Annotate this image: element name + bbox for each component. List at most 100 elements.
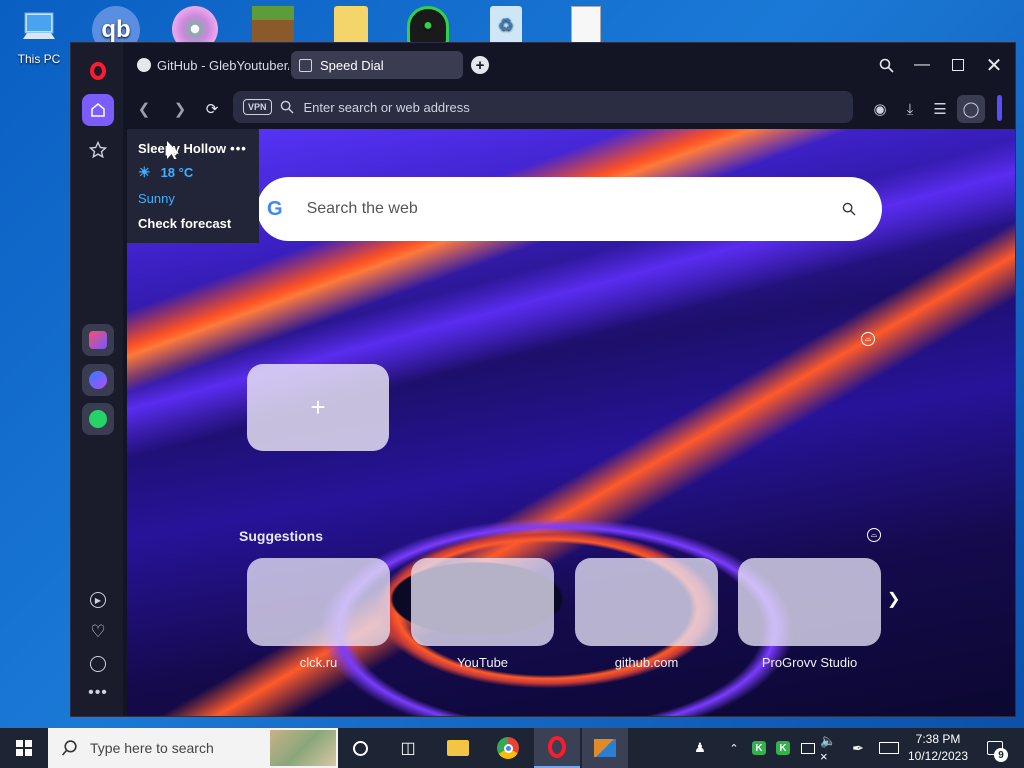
heart-icon: ♡ bbox=[90, 622, 106, 641]
customize-button[interactable]: ⌓ bbox=[861, 332, 875, 346]
network-button[interactable] bbox=[798, 728, 818, 768]
plus-icon: + bbox=[310, 392, 326, 422]
forward-button[interactable]: ❯ bbox=[169, 98, 191, 120]
new-tab-button[interactable]: + bbox=[471, 56, 489, 74]
suggestions-title: Suggestions bbox=[239, 528, 324, 544]
speed-dial-icon bbox=[299, 58, 312, 72]
desktop-icon-this-pc[interactable]: This PC bbox=[9, 8, 69, 66]
windows-icon bbox=[16, 740, 32, 756]
action-center-button[interactable]: 9 bbox=[980, 728, 1010, 768]
maximize-button[interactable] bbox=[945, 53, 971, 77]
suggestion-label[interactable]: github.com bbox=[575, 655, 718, 670]
suggestion-tile-clck[interactable] bbox=[247, 558, 390, 646]
chevron-right-icon: ❯ bbox=[173, 101, 187, 118]
add-site-tile[interactable]: + bbox=[247, 364, 389, 451]
weather-temp: 18 °C bbox=[160, 165, 194, 180]
chevron-up-icon: ⌃ bbox=[729, 742, 739, 755]
close-icon: ✕ bbox=[985, 54, 1003, 77]
suggestion-label[interactable]: YouTube bbox=[411, 655, 554, 670]
address-field[interactable]: VPN Enter search or web address bbox=[233, 91, 853, 123]
tray-app-2[interactable]: K bbox=[774, 728, 792, 768]
browser-window: ▶ ♡ ••• GitHub - GlebYoutuber/W Speed Di… bbox=[70, 42, 1016, 717]
clock[interactable]: 7:38 PM 10/12/2023 bbox=[906, 731, 970, 765]
show-hidden-icons-button[interactable]: ⌃ bbox=[726, 728, 742, 768]
home-icon bbox=[91, 103, 105, 117]
document-icon bbox=[571, 6, 601, 46]
suggestions-settings-button[interactable]: ⌓ bbox=[867, 528, 881, 542]
search-tabs-button[interactable] bbox=[873, 53, 899, 77]
computer-icon bbox=[17, 8, 61, 48]
opera-taskbar-button[interactable] bbox=[534, 728, 580, 768]
profile-button[interactable]: ◯ bbox=[957, 95, 985, 123]
sidebar: ▶ ♡ ••• bbox=[71, 43, 123, 716]
github-icon bbox=[137, 58, 151, 72]
chrome-button[interactable] bbox=[488, 728, 528, 768]
tab-github[interactable]: GitHub - GlebYoutuber/W bbox=[129, 51, 289, 79]
task-view-icon: ◫ bbox=[400, 740, 416, 757]
history-button[interactable] bbox=[82, 648, 114, 680]
whatsapp-button[interactable] bbox=[82, 403, 114, 435]
taskbar-search[interactable]: Type here to search bbox=[48, 728, 338, 768]
network-icon bbox=[801, 742, 815, 754]
pen-button[interactable]: ✒ bbox=[848, 728, 868, 768]
tab-speed-dial[interactable]: Speed Dial bbox=[291, 51, 463, 79]
notification-count-badge: 9 bbox=[994, 748, 1008, 762]
more-icon: ••• bbox=[88, 684, 108, 701]
back-button[interactable]: ❮ bbox=[133, 98, 155, 120]
search-highlight-image bbox=[270, 730, 336, 766]
vpn-badge[interactable]: VPN bbox=[243, 99, 272, 115]
home-button[interactable] bbox=[82, 94, 114, 126]
reload-button[interactable]: ⟳ bbox=[201, 98, 223, 120]
k-green-icon: K bbox=[776, 741, 790, 755]
app-taskbar-button[interactable] bbox=[582, 728, 628, 768]
suggestion-label[interactable]: clck.ru bbox=[247, 655, 390, 670]
snapshot-button[interactable]: ◉ bbox=[869, 98, 891, 120]
whatsapp-icon bbox=[89, 410, 107, 428]
task-view-button[interactable]: ◫ bbox=[388, 728, 428, 768]
web-search-input[interactable]: Search the web bbox=[307, 200, 842, 218]
opera-menu-button[interactable] bbox=[82, 55, 114, 87]
suggestion-tile-progrovv[interactable] bbox=[738, 558, 881, 646]
sidebar-more-button[interactable]: ••• bbox=[82, 677, 114, 709]
user-icon: ◯ bbox=[962, 101, 980, 118]
start-button[interactable] bbox=[0, 728, 48, 768]
cortana-button[interactable] bbox=[340, 728, 380, 768]
search-icon[interactable] bbox=[842, 202, 856, 216]
people-button[interactable]: ♟ bbox=[688, 728, 712, 768]
suggestion-label[interactable]: ProGrovv Studio bbox=[738, 655, 881, 670]
clock-icon bbox=[90, 656, 106, 672]
wifi-lock-icon: ● bbox=[407, 6, 449, 46]
address-placeholder: Enter search or web address bbox=[303, 99, 470, 115]
opera-icon bbox=[90, 62, 106, 80]
taskbar-search-placeholder: Type here to search bbox=[90, 740, 214, 756]
web-search-box[interactable]: G Search the web bbox=[257, 177, 882, 241]
weather-location[interactable]: Sleepy Hollow bbox=[138, 141, 226, 156]
suggestion-tile-github[interactable] bbox=[575, 558, 718, 646]
tray-app-1[interactable]: K bbox=[750, 728, 768, 768]
suggestion-tile-youtube[interactable] bbox=[411, 558, 554, 646]
messenger-button[interactable] bbox=[82, 364, 114, 396]
downloads-button[interactable]: ⤓ bbox=[899, 98, 921, 120]
sliders-icon: ☰ bbox=[933, 101, 947, 118]
weather-more-button[interactable]: ••• bbox=[230, 141, 247, 156]
file-explorer-button[interactable] bbox=[438, 728, 478, 768]
close-button[interactable]: ✕ bbox=[981, 53, 1007, 77]
sun-icon: ☀ bbox=[138, 164, 151, 180]
folder-icon bbox=[447, 740, 469, 756]
player-button[interactable]: ▶ bbox=[82, 584, 114, 616]
suggestions-next-button[interactable]: ❯ bbox=[887, 589, 900, 609]
minimize-button[interactable]: — bbox=[909, 53, 935, 77]
volume-button[interactable]: 🔈× bbox=[820, 728, 840, 768]
k-green-icon: K bbox=[752, 741, 766, 755]
aria-icon bbox=[89, 331, 107, 349]
easy-setup-button[interactable]: ☰ bbox=[929, 98, 951, 120]
check-forecast-link[interactable]: Check forecast bbox=[138, 216, 259, 231]
favorites-button[interactable]: ♡ bbox=[82, 616, 114, 648]
taskbar: Type here to search ◫ ♟ ⌃ K K 🔈× ✒ 7:38 … bbox=[0, 728, 1024, 768]
keyboard-button[interactable] bbox=[876, 728, 902, 768]
bookmarks-button[interactable] bbox=[82, 134, 114, 166]
aria-button[interactable] bbox=[82, 324, 114, 356]
search-icon bbox=[879, 58, 894, 73]
opera-icon bbox=[548, 736, 566, 758]
sidebar-toggle[interactable] bbox=[997, 95, 1002, 121]
